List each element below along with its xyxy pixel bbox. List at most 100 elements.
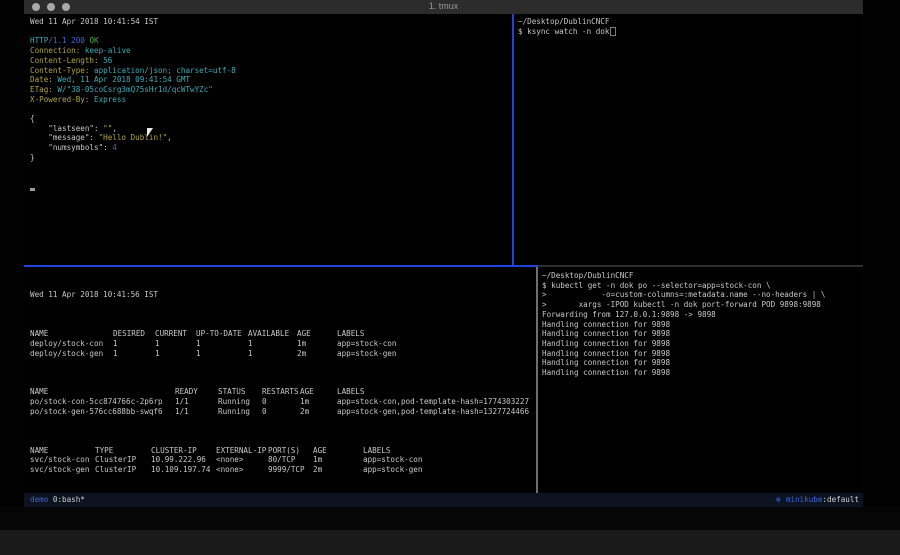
table-cell: LABELS bbox=[363, 446, 540, 456]
status-left: demo 0:bash* bbox=[30, 493, 85, 507]
tmux-status-bar: demo 0:bash* ⎈ minikube:default bbox=[24, 493, 863, 507]
terminal-line: ETag: W/"38-05coCsrg3mQ75sHr1d/qcWTwYZc" bbox=[30, 85, 516, 95]
terminal-line: ~/Desktop/DublinCNCF bbox=[518, 17, 865, 27]
table-cell: 1m bbox=[313, 455, 363, 465]
table-cell: 1m bbox=[300, 397, 337, 407]
terminal-line: Wed 11 Apr 2018 10:41:54 IST bbox=[30, 17, 516, 27]
session-name: demo bbox=[30, 495, 48, 504]
table-cell: 1/1 bbox=[175, 407, 218, 417]
table-cell: <none> bbox=[216, 465, 268, 475]
terminal-line: Handling connection for 9898 bbox=[542, 349, 865, 359]
terminal-line: "lastseen": "", bbox=[30, 124, 516, 134]
mouse-cursor-icon bbox=[147, 128, 153, 137]
deployments-table: NAMEDESIREDCURRENTUP-TO-DATEAVAILABLEAGE… bbox=[30, 329, 540, 358]
table-cell: <none> bbox=[216, 455, 268, 465]
terminal-line: Forwarding from 127.0.0.1:9898 -> 9898 bbox=[542, 310, 865, 320]
table-cell: 1 bbox=[113, 349, 155, 359]
letterbox-bottom bbox=[0, 507, 900, 530]
terminal-line: HTTP/1.1 200 OK bbox=[30, 36, 516, 46]
terminal-line: Handling connection for 9898 bbox=[542, 329, 865, 339]
table-cell: 1 bbox=[113, 339, 155, 349]
kube-namespace: :default bbox=[822, 495, 859, 504]
table-cell: app=stock-gen bbox=[363, 465, 540, 475]
table-cell: ClusterIP bbox=[95, 465, 151, 475]
terminal-line: Content-Length: 56 bbox=[30, 56, 516, 66]
desktop-strip bbox=[0, 530, 900, 555]
table-cell: PORT(S) bbox=[268, 446, 313, 456]
table-cell: 1 bbox=[248, 339, 297, 349]
terminal-line: $ ksync watch -n dok bbox=[518, 27, 865, 37]
table-cell: svc/stock-gen bbox=[30, 465, 95, 475]
status-right: ⎈ minikube:default bbox=[775, 493, 859, 507]
table-cell: NAME bbox=[30, 387, 175, 397]
pane-border-vertical-active[interactable] bbox=[512, 14, 514, 265]
table-cell: 1 bbox=[155, 339, 196, 349]
table-cell: RESTARTS bbox=[262, 387, 300, 397]
table-cell: 2m bbox=[313, 465, 363, 475]
terminal-line: X-Powered-By: Express bbox=[30, 95, 516, 105]
table-cell: 1 bbox=[155, 349, 196, 359]
table-cell: Running bbox=[218, 397, 262, 407]
window-item-bash[interactable]: 0:bash* bbox=[53, 495, 85, 504]
terminal-line: Date: Wed, 11 Apr 2018 09:41:54 GMT bbox=[30, 75, 516, 85]
table-cell: UP-TO-DATE bbox=[196, 329, 248, 339]
table-cell: AGE bbox=[300, 387, 337, 397]
terminal-cursor bbox=[30, 188, 35, 191]
table-cell: 10.99.222.96 bbox=[151, 455, 216, 465]
table-cell: ClusterIP bbox=[95, 455, 151, 465]
terminal-line: "message": "Hello Dublin!", bbox=[30, 133, 516, 143]
terminal-line: > xargs -IPOD kubectl -n dok port-forwar… bbox=[542, 300, 865, 310]
pane-port-forward[interactable]: ~/Desktop/DublinCNCF$ kubectl get -n dok… bbox=[540, 267, 865, 493]
table-cell: Running bbox=[218, 407, 262, 417]
terminal-line: { bbox=[30, 114, 516, 124]
table-cell: 0 bbox=[262, 407, 300, 417]
terminal-line bbox=[30, 27, 516, 37]
table-cell: AGE bbox=[297, 329, 337, 339]
terminal-line bbox=[30, 104, 516, 114]
terminal-line: } bbox=[30, 153, 516, 163]
terminal-line: Connection: keep-alive bbox=[30, 46, 516, 56]
timestamp: Wed 11 Apr 2018 10:41:56 IST bbox=[30, 290, 540, 300]
terminal-line: "numsymbols": 4 bbox=[30, 143, 516, 153]
pods-table: NAMEREADYSTATUSRESTARTSAGELABELS po/stock… bbox=[30, 387, 540, 416]
table-cell: STATUS bbox=[218, 387, 262, 397]
terminal-line: $ kubectl get -n dok po --selector=app=s… bbox=[542, 281, 865, 291]
table-cell: po/stock-con-5cc874766c-2p6rp bbox=[30, 397, 175, 407]
table-cell: app=stock-gen bbox=[337, 349, 540, 359]
table-cell: LABELS bbox=[337, 387, 540, 397]
kube-context: minikube bbox=[781, 495, 822, 504]
table-cell: AGE bbox=[313, 446, 363, 456]
table-cell: deploy/stock-con bbox=[30, 339, 113, 349]
window-titlebar[interactable]: 1. tmux bbox=[24, 0, 863, 15]
tmux-session: Wed 11 Apr 2018 10:41:54 IST HTTP/1.1 20… bbox=[24, 14, 863, 493]
table-cell: 80/TCP bbox=[268, 455, 313, 465]
table-cell: DESIRED bbox=[113, 329, 155, 339]
table-cell: 9999/TCP bbox=[268, 465, 313, 475]
terminal-window: 1. tmux Wed 11 Apr 2018 10:41:54 IST HTT… bbox=[24, 0, 863, 507]
table-cell: 10.109.197.74 bbox=[151, 465, 216, 475]
table-cell: 1 bbox=[196, 349, 248, 359]
pane-http-response[interactable]: Wed 11 Apr 2018 10:41:54 IST HTTP/1.1 20… bbox=[24, 14, 516, 267]
pane-border-vertical-inactive[interactable] bbox=[536, 267, 538, 493]
table-cell: deploy/stock-gen bbox=[30, 349, 113, 359]
table-cell: NAME bbox=[30, 446, 95, 456]
pane-kubectl-tables[interactable]: Wed 11 Apr 2018 10:41:56 IST NAMEDESIRED… bbox=[24, 267, 540, 493]
terminal-line: ~/Desktop/DublinCNCF bbox=[542, 271, 865, 281]
terminal-cursor bbox=[610, 27, 616, 36]
table-cell: AVAILABLE bbox=[248, 329, 297, 339]
table-cell: READY bbox=[175, 387, 218, 397]
table-cell: TYPE bbox=[95, 446, 151, 456]
table-cell: app=stock-gen,pod-template-hash=13277244… bbox=[337, 407, 540, 417]
table-cell: CLUSTER-IP bbox=[151, 446, 216, 456]
table-cell: 2m bbox=[300, 407, 337, 417]
table-cell: CURRENT bbox=[155, 329, 196, 339]
table-cell: 1 bbox=[196, 339, 248, 349]
terminal-line: Handling connection for 9898 bbox=[542, 368, 865, 378]
table-cell: 1 bbox=[248, 349, 297, 359]
pane-ksync-watch[interactable]: ~/Desktop/DublinCNCF$ ksync watch -n dok bbox=[516, 14, 865, 267]
table-cell: app=stock-con bbox=[363, 455, 540, 465]
screen-background: 1. tmux Wed 11 Apr 2018 10:41:54 IST HTT… bbox=[0, 0, 900, 555]
table-cell: app=stock-con bbox=[337, 339, 540, 349]
table-cell: app=stock-con,pod-template-hash=17743032… bbox=[337, 397, 540, 407]
terminal-line bbox=[30, 163, 516, 173]
